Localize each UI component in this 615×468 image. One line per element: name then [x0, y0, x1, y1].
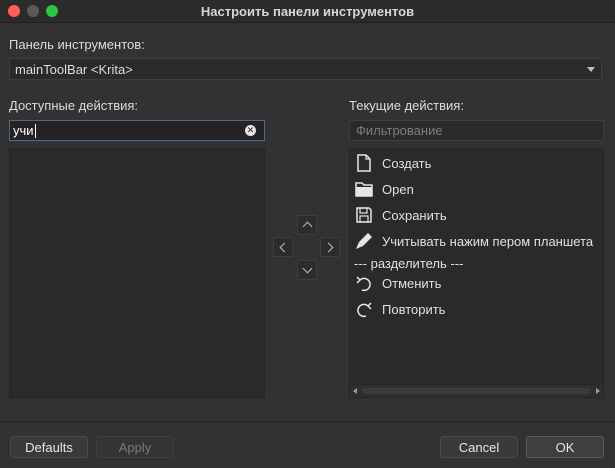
cancel-button[interactable]: Cancel [440, 436, 518, 458]
title-bar: Настроить панели инструментов [0, 0, 615, 23]
add-action-button[interactable] [320, 237, 340, 257]
list-item-separator[interactable]: --- разделитель --- [354, 256, 463, 271]
scroll-left-icon[interactable] [353, 388, 357, 394]
chevron-up-icon [302, 221, 312, 232]
horizontal-scrollbar[interactable] [350, 384, 603, 397]
available-actions-label: Доступные действия: [9, 98, 139, 113]
current-filter-placeholder: Фильтрование [356, 123, 443, 138]
maximize-window-button[interactable] [46, 5, 58, 17]
list-item[interactable]: Open [354, 178, 414, 200]
move-up-button[interactable] [297, 215, 317, 235]
save-icon [354, 205, 374, 225]
list-item[interactable]: Отменить [354, 272, 441, 294]
minimize-window-button[interactable] [27, 5, 39, 17]
toolbar-select[interactable]: mainToolBar <Krita> [9, 58, 602, 80]
redo-icon [354, 299, 374, 319]
new-document-icon [354, 153, 374, 173]
list-item[interactable]: Повторить [354, 298, 445, 320]
window-title: Настроить панели инструментов [200, 3, 415, 19]
text-caret [34, 123, 36, 138]
available-search-input[interactable]: учи ✕ [9, 120, 265, 141]
toolbar-label: Панель инструментов: [9, 37, 145, 52]
current-actions-list[interactable]: Создать Open Сохранить Учитывать нажим п… [349, 148, 604, 398]
remove-action-button[interactable] [273, 237, 293, 257]
available-search-value: учи [13, 123, 34, 138]
current-actions-label: Текущие действия: [349, 98, 464, 113]
defaults-button[interactable]: Defaults [10, 436, 88, 458]
undo-icon [354, 273, 374, 293]
folder-icon [354, 179, 374, 199]
chevron-left-icon [279, 242, 290, 252]
apply-button[interactable]: Apply [96, 436, 174, 458]
ok-button[interactable]: OK [526, 436, 604, 458]
chevron-down-icon [302, 263, 312, 274]
toolbar-select-value: mainToolBar <Krita> [15, 61, 133, 77]
clear-icon[interactable]: ✕ [245, 125, 256, 136]
list-item[interactable]: Создать [354, 152, 431, 174]
move-down-button[interactable] [297, 260, 317, 280]
close-window-button[interactable] [8, 5, 20, 17]
available-actions-list[interactable] [9, 148, 265, 398]
list-item[interactable]: Сохранить [354, 204, 447, 226]
divider [0, 421, 615, 422]
chevron-right-icon [323, 242, 334, 252]
pen-pressure-icon [354, 231, 374, 251]
scroll-right-icon[interactable] [596, 388, 600, 394]
list-item[interactable]: Учитывать нажим пером планшета [354, 230, 593, 252]
current-filter-input[interactable]: Фильтрование [349, 120, 604, 141]
chevron-down-icon [587, 67, 595, 72]
scrollbar-thumb[interactable] [362, 388, 591, 394]
